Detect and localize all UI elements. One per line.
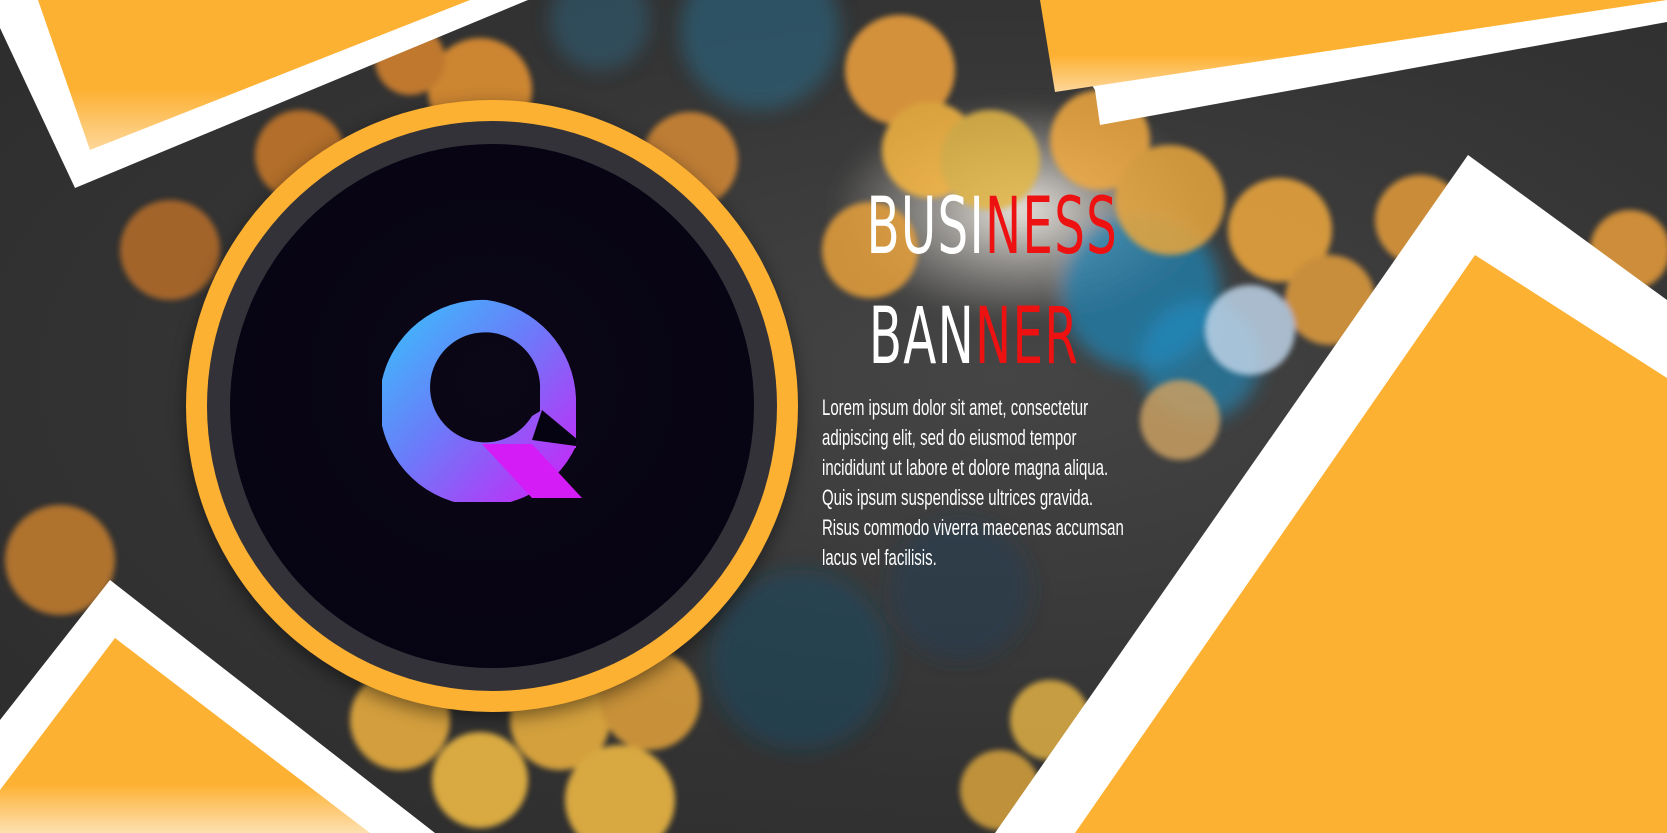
headline-line-1: BUSINESS bbox=[867, 188, 1117, 266]
q-letter-logo-icon bbox=[382, 299, 582, 502]
headline-line-2: BANNER bbox=[866, 298, 1083, 376]
headline-line-2-red: NER bbox=[975, 292, 1080, 382]
business-banner: BUSINESS BANNER Lorem ipsum dolor sit am… bbox=[0, 0, 1667, 833]
headline-line-1-red: NESS bbox=[984, 182, 1119, 272]
body-copy: Lorem ipsum dolor sit amet, consectetur … bbox=[822, 395, 1124, 570]
headline-line-2-white: BAN bbox=[868, 292, 976, 382]
headline-line-1-white: BUSI bbox=[866, 182, 985, 272]
